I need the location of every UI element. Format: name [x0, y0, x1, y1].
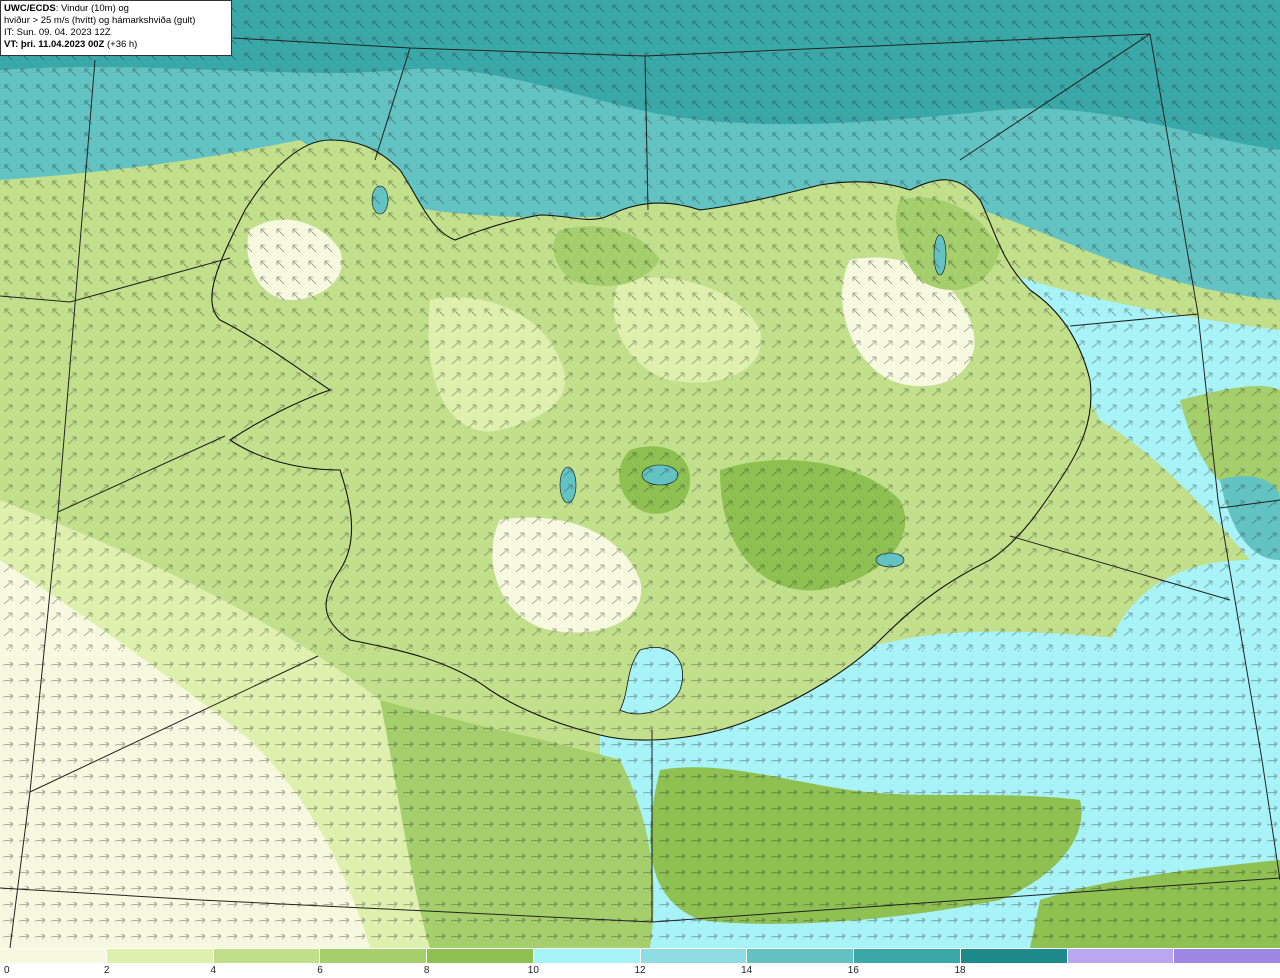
legend-swatch [854, 949, 961, 963]
model-name: UWC/ECDS [4, 3, 56, 14]
legend-tick-label: 16 [847, 965, 859, 976]
color-legend: 0 2 4 6 8 10 12 14 16 18 [0, 949, 1280, 978]
legend-tick-label: 14 [741, 965, 753, 976]
legend-tick-label: 18 [954, 965, 966, 976]
info-line-1: UWC/ECDS: Vindur (10m) og [4, 3, 228, 15]
legend-bar [0, 949, 1280, 963]
legend-tick-label: 10 [527, 965, 539, 976]
info-line-2: hviður > 25 m/s (hvítt) og hámarkshviða … [4, 15, 196, 26]
info-line-1-rest: : Vindur (10m) og [55, 3, 129, 14]
valid-time-line: VT: þri. 11.04.2023 00Z (+36 h) [4, 39, 228, 51]
legend-swatch [427, 949, 534, 963]
legend-swatch [0, 949, 107, 963]
legend-tick-label: 2 [103, 965, 110, 976]
legend-tick-label: 12 [634, 965, 646, 976]
forecast-offset: (+36 h) [104, 39, 138, 50]
legend-swatch [533, 949, 641, 963]
legend-swatch [1067, 949, 1175, 963]
legend-tick-label: 6 [317, 965, 323, 976]
wind-arrows-south [0, 650, 1280, 948]
wind-arrows-land [0, 320, 1280, 650]
valid-time: VT: þri. 11.04.2023 00Z [4, 39, 105, 50]
legend-tick-label: 8 [423, 965, 430, 976]
legend-swatch [747, 949, 854, 963]
issue-time: IT: Sun. 09. 04. 2023 12Z [4, 27, 111, 38]
legend-tick-label: 4 [210, 965, 217, 976]
legend-tick-label: 0 [4, 965, 10, 976]
legend-swatch [1174, 949, 1280, 963]
legend-swatch [640, 949, 748, 963]
legend-swatch [213, 949, 321, 963]
legend-swatch [320, 949, 427, 963]
legend-swatch [960, 949, 1068, 963]
legend-swatch [106, 949, 214, 963]
map-info-box: UWC/ECDS: Vindur (10m) og hviður > 25 m/… [0, 0, 232, 56]
wind-map [0, 0, 1280, 948]
